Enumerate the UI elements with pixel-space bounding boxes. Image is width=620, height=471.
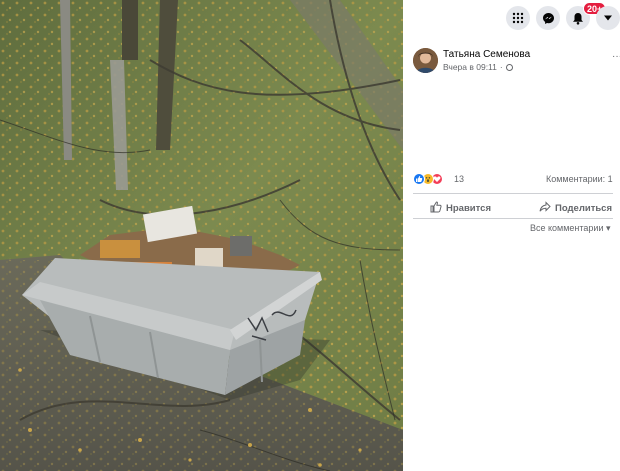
divider bbox=[413, 218, 613, 219]
share-arrow-icon bbox=[539, 200, 551, 216]
like-button-label: Нравится bbox=[446, 202, 491, 214]
messenger-icon bbox=[542, 12, 555, 25]
chevron-down-icon: ▾ bbox=[606, 223, 611, 233]
post-header: Татьяна Семенова Вчера в 09:11 · ··· bbox=[413, 48, 620, 76]
messenger-button[interactable] bbox=[536, 6, 560, 30]
reaction-count[interactable]: 13 bbox=[454, 174, 464, 184]
like-icon bbox=[413, 173, 425, 185]
divider bbox=[413, 193, 613, 194]
reactions-bar: 13 Комментарии: 1 bbox=[413, 170, 620, 190]
grid-menu-icon bbox=[512, 12, 524, 24]
reaction-icons[interactable] bbox=[413, 173, 449, 186]
account-menu-button[interactable] bbox=[596, 6, 620, 30]
all-comments-filter[interactable]: Все комментарии ▾ bbox=[530, 223, 611, 234]
post-panel: 20+ Татьяна Семенова Вчера в 09:11 · ··· bbox=[403, 0, 620, 471]
globe-icon bbox=[505, 63, 513, 71]
caret-down-icon bbox=[603, 14, 613, 22]
all-comments-label: Все комментарии bbox=[530, 223, 604, 233]
post-photo bbox=[0, 0, 403, 471]
share-button[interactable]: Поделиться bbox=[539, 199, 612, 217]
bell-icon bbox=[572, 12, 584, 25]
top-navigation-bar: 20+ bbox=[403, 0, 620, 38]
avatar[interactable] bbox=[413, 48, 438, 73]
like-button[interactable]: Нравится bbox=[430, 199, 491, 217]
photo-viewer[interactable] bbox=[0, 0, 403, 471]
share-button-label: Поделиться bbox=[555, 202, 613, 214]
grid-menu-button[interactable] bbox=[506, 6, 530, 30]
post-timestamp[interactable]: Вчера в 09:11 bbox=[443, 62, 497, 72]
ellipsis-icon[interactable]: ··· bbox=[612, 52, 620, 62]
post-author-name[interactable]: Татьяна Семенова bbox=[443, 49, 530, 60]
post-meta: Вчера в 09:11 · bbox=[443, 62, 513, 72]
comments-count-link[interactable]: Комментарии: 1 bbox=[546, 174, 613, 184]
thumbs-up-icon bbox=[430, 201, 442, 216]
